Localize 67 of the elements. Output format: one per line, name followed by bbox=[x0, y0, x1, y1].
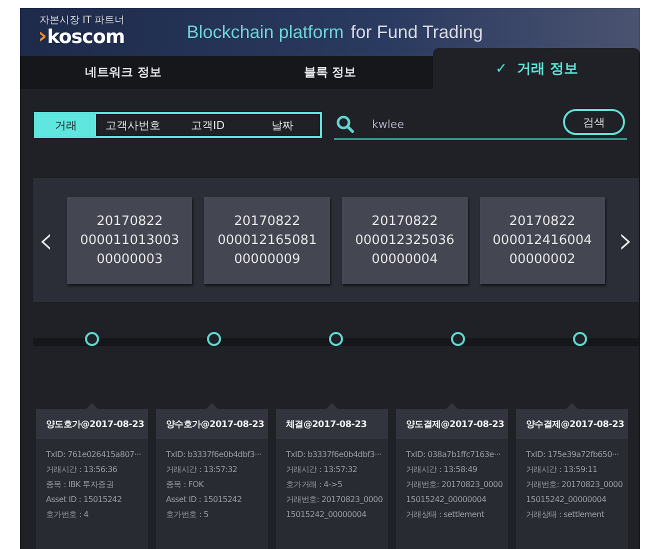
tab[interactable]: 블록 정보 bbox=[226, 56, 434, 89]
transaction-detail: TxID: 761e026415a807··· bbox=[46, 449, 142, 461]
tab[interactable]: 네트워크 정보 bbox=[20, 56, 227, 89]
filter-tab[interactable]: 거래 bbox=[36, 114, 96, 136]
app-subtitle: for Fund Trading bbox=[350, 22, 483, 43]
timeline-node[interactable] bbox=[329, 332, 343, 346]
transaction-detail: 15015242_00000004 bbox=[406, 494, 488, 506]
previous-button[interactable]: ‹ bbox=[37, 221, 55, 259]
transaction-detail: 거래시간 : 13:57:32 bbox=[166, 464, 238, 476]
transaction-detail: 종목 : IBK 투자증권 bbox=[46, 479, 115, 491]
block-card[interactable]: 20170822 000012325036 00000004 bbox=[342, 196, 468, 284]
block-text: 20170822 bbox=[234, 214, 300, 228]
transaction-detail: 거래번호: 20170823_0000 bbox=[406, 479, 504, 491]
transaction-detail: 15015242_00000004 bbox=[526, 494, 608, 506]
filter-tab[interactable]: 고객ID bbox=[170, 114, 246, 136]
transaction-title: 체결@2017-08-23 bbox=[286, 418, 367, 430]
transaction-detail: 거래번호: 20170823_0000 bbox=[526, 479, 624, 491]
search-icon bbox=[336, 115, 354, 133]
timeline-node[interactable] bbox=[85, 332, 99, 346]
block-text: 000012165081 bbox=[218, 232, 317, 248]
next-button[interactable]: › bbox=[617, 221, 635, 259]
tab[interactable]: ✓ 거래 정보 bbox=[433, 48, 640, 89]
transaction-detail: TxID: 038a7b1ffc7163e··· bbox=[406, 449, 502, 461]
block-text: 00000004 bbox=[372, 252, 438, 266]
transaction-detail: 호가번호 : 5 bbox=[166, 509, 210, 521]
filter-tab[interactable]: 고객사번호 bbox=[96, 114, 171, 136]
block-card[interactable]: 20170822 000011013003 00000003 bbox=[66, 196, 192, 284]
transaction-detail: 호가거래 : 4->5 bbox=[286, 479, 344, 491]
block-text: 000012325036 bbox=[355, 232, 454, 248]
block-text: 00000003 bbox=[96, 252, 163, 266]
transaction-detail: 15015242_00000004 bbox=[286, 509, 368, 521]
transaction-detail: 호가번호 : 4 bbox=[46, 509, 90, 521]
transaction-title: 양수호가@2017-08-23 bbox=[166, 418, 264, 430]
transaction-title: 양도호가@2017-08-23 bbox=[46, 418, 144, 430]
transaction-detail: TxID: b3337f6e0b4dbf3··· bbox=[286, 449, 382, 461]
timeline-node[interactable] bbox=[451, 332, 465, 346]
timeline-node[interactable] bbox=[207, 332, 221, 346]
transaction-title: 양수결제@2017-08-23 bbox=[526, 418, 624, 430]
transaction-detail: Asset ID : 15015242 bbox=[46, 494, 123, 506]
block-card[interactable]: 20170822 000012165081 00000009 bbox=[204, 196, 330, 284]
transaction-detail: 종목 : FOK bbox=[166, 479, 205, 491]
block-text: 000012416004 bbox=[492, 232, 592, 248]
search-button[interactable]: 검색 bbox=[563, 109, 625, 135]
logo-text: koscom bbox=[47, 27, 125, 48]
transaction-detail: TxID: b3337f6e0b4dbf3··· bbox=[166, 449, 262, 461]
transaction-detail: 거래시간 : 13:58:49 bbox=[406, 464, 478, 476]
filter-tab[interactable]: 날짜 bbox=[245, 114, 320, 136]
block-text: 000011013003 bbox=[80, 232, 180, 248]
transaction-detail: TxID: 175e39a72fb650··· bbox=[526, 449, 620, 461]
timeline-node[interactable] bbox=[573, 332, 587, 346]
transaction-detail: 거래상태 : settlement bbox=[406, 509, 486, 521]
transaction-detail: 거래시간 : 13:56:36 bbox=[46, 464, 118, 476]
transaction-detail: 거래시간 : 13:59:11 bbox=[526, 464, 598, 476]
transaction-detail: Asset ID : 15015242 bbox=[166, 494, 243, 506]
block-text: 20170822 bbox=[372, 214, 438, 228]
block-text: 00000002 bbox=[509, 252, 576, 266]
block-text: 00000009 bbox=[234, 252, 300, 266]
logo-tagline: 자본시장 IT 파트너 bbox=[39, 16, 125, 26]
transaction-detail: 거래시간 : 13:57:32 bbox=[286, 464, 358, 476]
transaction-detail: 거래상태 : settlement bbox=[526, 509, 606, 521]
app-title: Blockchain platform bbox=[186, 22, 344, 43]
transaction-detail: 거래번호: 20170823_0000 bbox=[286, 494, 384, 506]
transaction-title: 양도결제@2017-08-23 bbox=[406, 418, 504, 430]
block-text: 20170822 bbox=[96, 214, 163, 228]
block-text: 20170822 bbox=[509, 214, 576, 228]
logo-chevron: › bbox=[38, 26, 48, 48]
block-card[interactable]: 20170822 000012416004 00000002 bbox=[480, 196, 606, 284]
